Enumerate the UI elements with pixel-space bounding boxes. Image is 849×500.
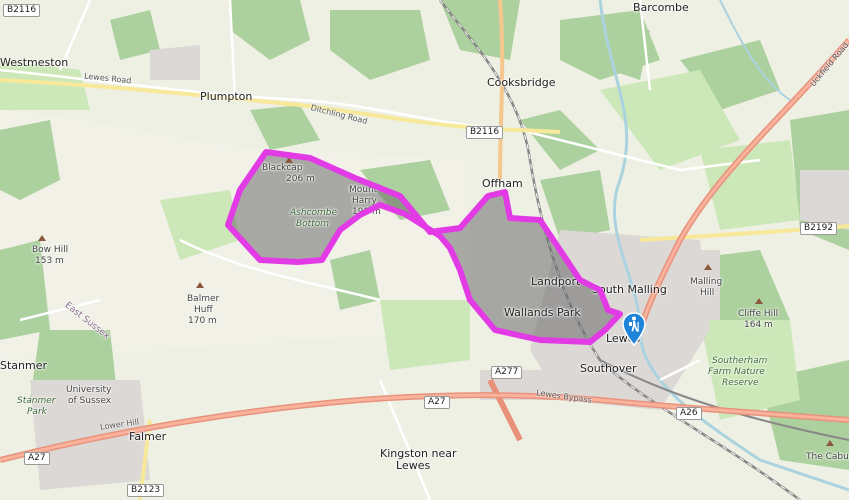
peak-caburn-icon	[826, 440, 834, 446]
hill-malling-hill-2: Hill	[700, 288, 715, 298]
hill-blackcap-height: 206 m	[286, 174, 315, 184]
road-shield-a277: A277	[491, 366, 523, 379]
map-canvas[interactable]: Barcombe Westmeston Plumpton Cooksbridge…	[0, 0, 849, 500]
place-southover: Southover	[580, 362, 637, 375]
place-falmer: Falmer	[129, 430, 167, 443]
place-landport: Landport	[531, 275, 581, 288]
road-shield-a27-a: A27	[424, 396, 450, 409]
place-westmeston: Westmeston	[0, 56, 69, 69]
road-shield-b2116-a: B2116	[3, 4, 41, 17]
place-offham: Offham	[482, 177, 523, 190]
place-kingston-2: Lewes	[396, 459, 431, 472]
road-shield-a26: A26	[676, 407, 702, 420]
place-stanmer: Stanmer	[0, 359, 48, 372]
hill-bow-hill-height: 153 m	[35, 256, 64, 266]
park-southerham-3: Reserve	[722, 378, 759, 388]
hill-cliffe-hill-height: 164 m	[744, 320, 773, 330]
peak-balmer-huff-icon	[196, 282, 204, 288]
b-roads	[498, 0, 505, 181]
park-stanmer-2: Park	[27, 407, 47, 417]
hill-mount-harry-height: 190 m	[352, 207, 381, 217]
hiker-icon	[622, 312, 646, 346]
road-shield-b2123: B2123	[127, 484, 165, 497]
place-plumpton: Plumpton	[200, 90, 253, 103]
place-barcombe: Barcombe	[633, 1, 689, 14]
place-wallands-park: Wallands Park	[504, 306, 581, 319]
peak-cliffe-hill-icon	[755, 298, 763, 304]
place-cooksbridge: Cooksbridge	[487, 76, 556, 89]
peak-bow-hill-icon	[38, 235, 46, 241]
place-south-malling: South Malling	[592, 283, 667, 296]
place-university-2: of Sussex	[68, 396, 112, 406]
peak-malling-hill-icon	[704, 264, 712, 270]
hill-balmer-huff-height: 170 m	[188, 316, 217, 326]
road-shield-b2116-b: B2116	[466, 126, 504, 139]
hill-caburn: The Cabur	[806, 452, 849, 462]
road-shield-b2192: B2192	[800, 222, 838, 235]
hill-ashcombe-2: Bottom	[296, 219, 330, 229]
road-shield-a27-b: A27	[24, 452, 50, 465]
